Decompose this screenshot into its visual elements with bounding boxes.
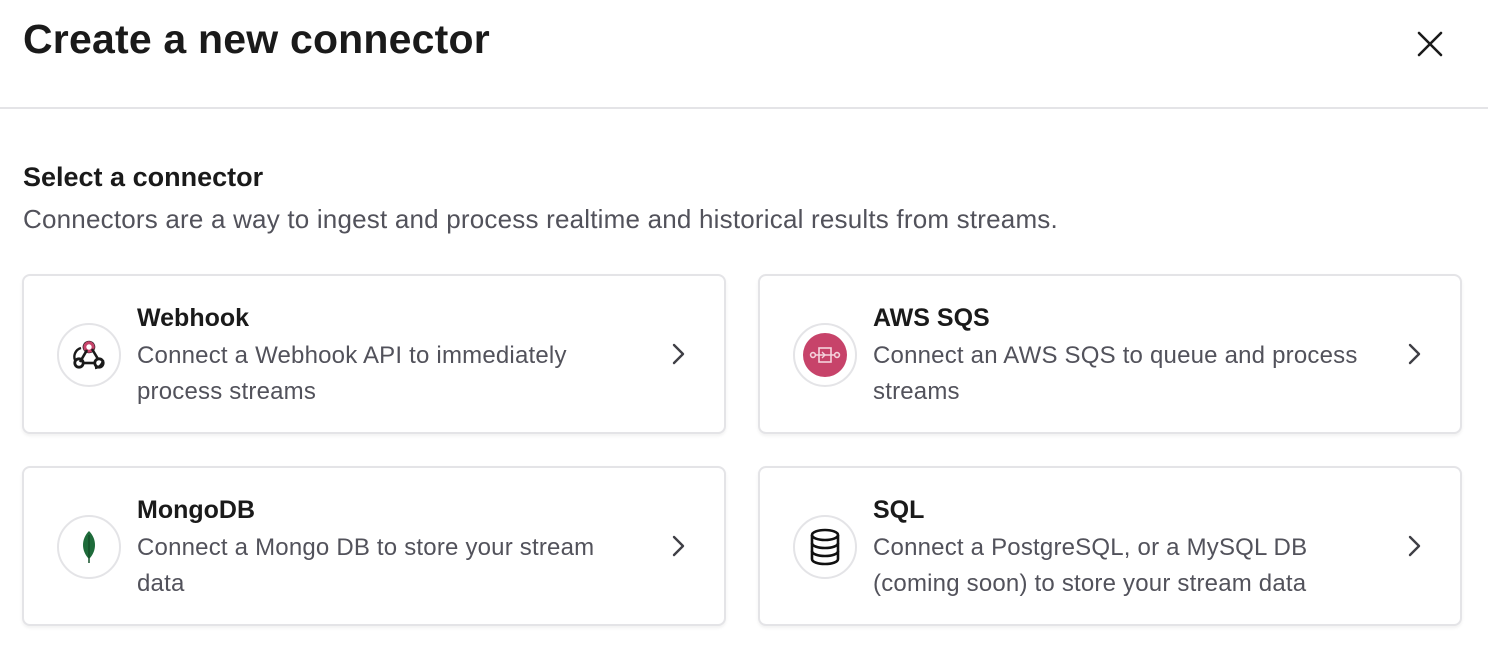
chevron-right-icon [672, 343, 685, 365]
connector-card-mongodb[interactable]: MongoDB Connect a Mongo DB to store your… [22, 466, 726, 626]
aws-sqs-icon [803, 333, 847, 377]
chevron-right-icon [672, 535, 685, 557]
chevron-right-icon [1408, 535, 1421, 557]
connector-icon-container [793, 515, 857, 579]
connector-name: SQL [873, 496, 925, 524]
close-button[interactable] [1408, 22, 1452, 66]
chevron-right-icon [1408, 343, 1421, 365]
connector-description: Connect a PostgreSQL, or a MySQL DB (com… [873, 534, 1308, 597]
connector-icon-container [57, 515, 121, 579]
database-icon [810, 528, 840, 566]
connector-card-sql[interactable]: SQL Connect a PostgreSQL, or a MySQL DB … [758, 466, 1462, 626]
connector-description: Connect a Mongo DB to store your stream … [137, 534, 595, 597]
modal-title: Create a new connector [23, 16, 490, 62]
connector-description: Connect an AWS SQS to queue and process … [873, 342, 1358, 405]
webhook-icon [73, 340, 105, 370]
connector-description: Connect a Webhook API to immediately pro… [137, 342, 567, 405]
close-icon [1417, 31, 1443, 57]
connector-name: MongoDB [137, 496, 256, 524]
connector-card-aws-sqs[interactable]: AWS SQS Connect an AWS SQS to queue and … [758, 274, 1462, 434]
connector-name: AWS SQS [873, 304, 990, 332]
mongodb-leaf-icon [83, 531, 95, 563]
connector-icon-container [57, 323, 121, 387]
connector-card-webhook[interactable]: Webhook Connect a Webhook API to immedia… [22, 274, 726, 434]
connector-name: Webhook [137, 304, 250, 332]
modal-header: Create a new connector [0, 0, 1488, 109]
connector-icon-container [793, 323, 857, 387]
section-title: Select a connector [23, 162, 264, 192]
section-subtitle: Connectors are a way to ingest and proce… [23, 204, 1058, 234]
